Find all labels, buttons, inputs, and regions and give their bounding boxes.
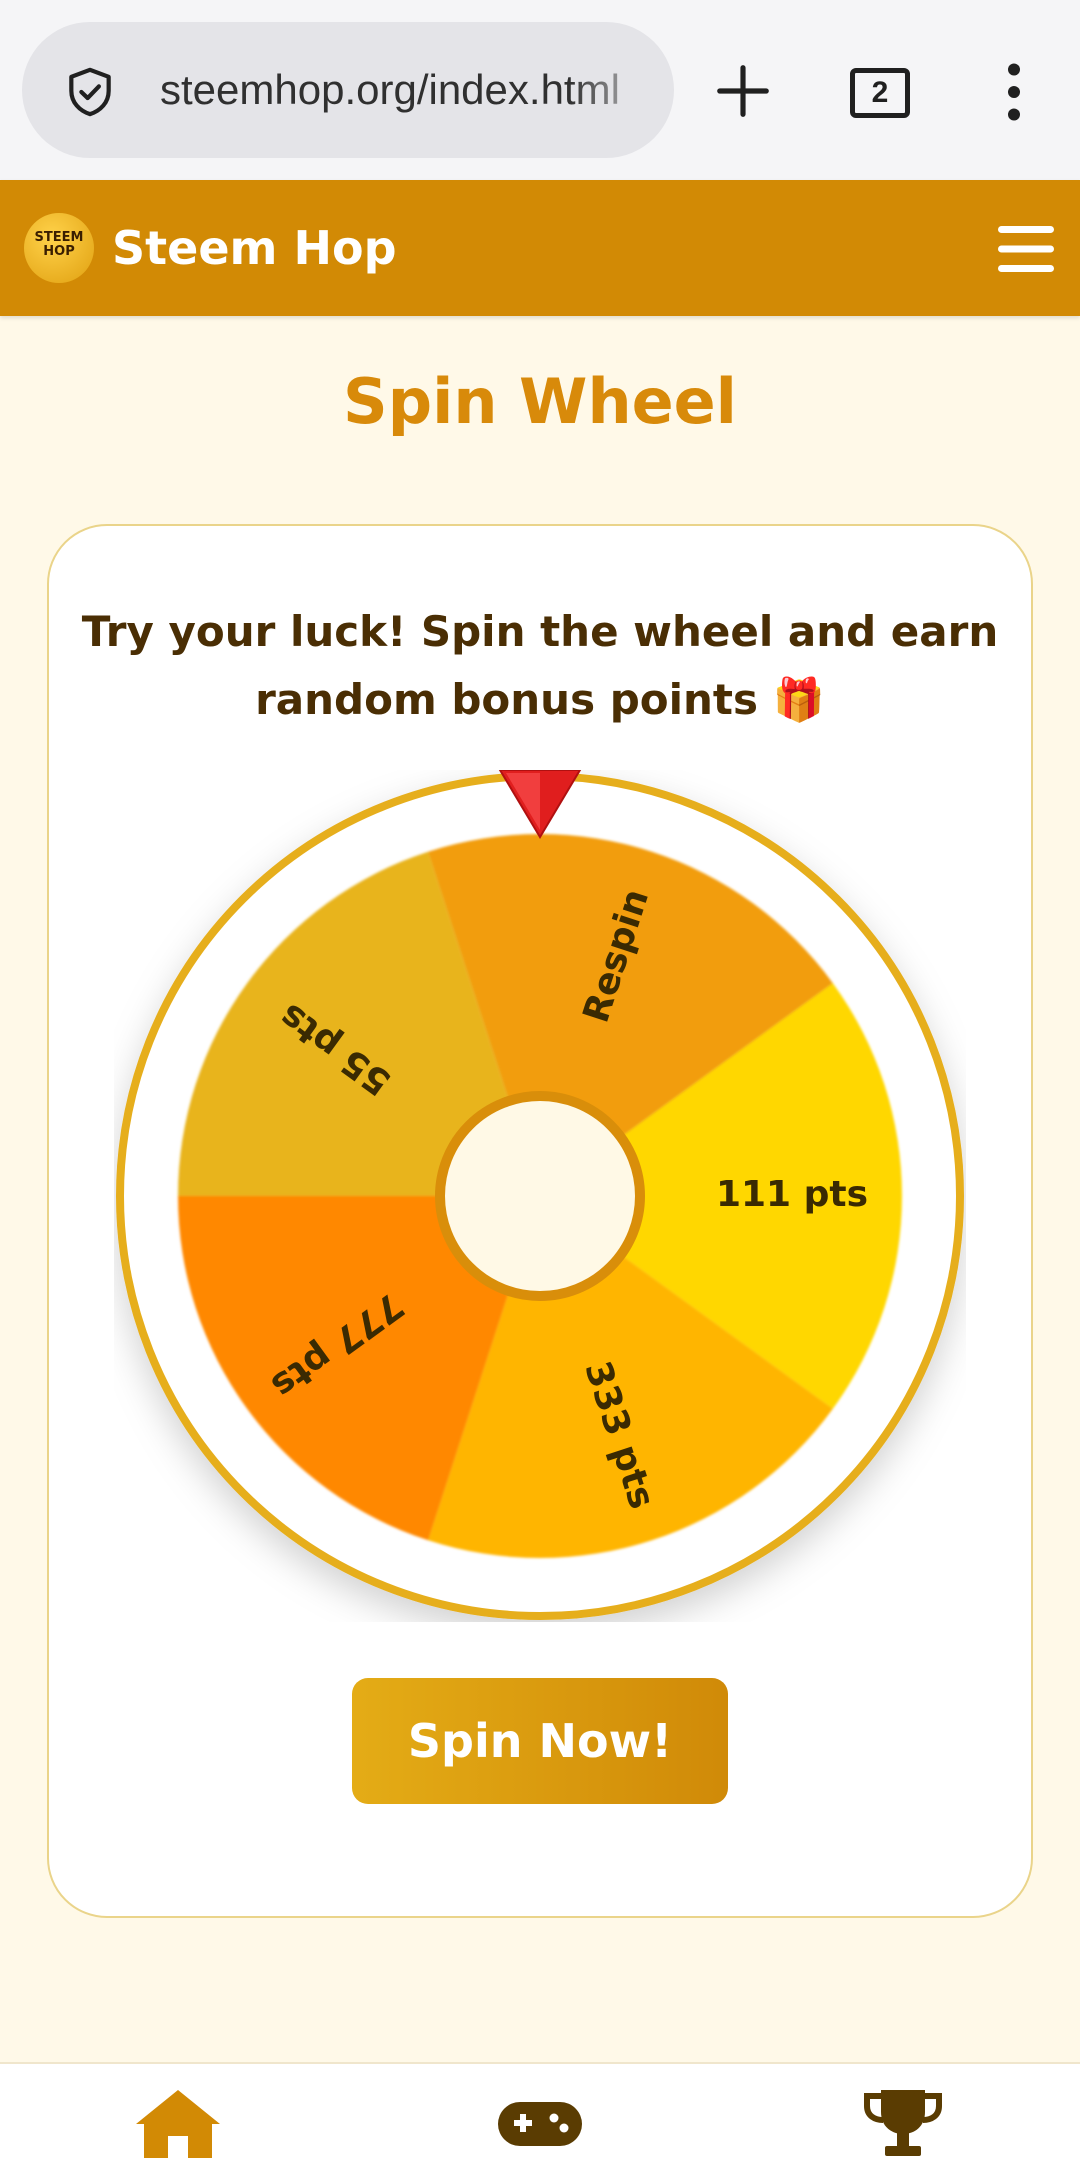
brand-name[interactable]: Steem Hop (112, 212, 397, 284)
tab-switcher-button[interactable]: 2 (850, 68, 910, 118)
spin-wheel[interactable]: Respin111 pts333 pts777 pts55 pts (114, 769, 966, 1622)
spin-now-button[interactable]: Spin Now! (352, 1678, 728, 1804)
spin-wheel-container[interactable]: Respin 111 pts 333 pts 777 pts 55 pts (114, 769, 966, 1622)
plus-icon[interactable] (712, 60, 774, 122)
gamepad-icon[interactable] (492, 2086, 588, 2160)
app-header: STEEM HOP Steem Hop (0, 180, 1080, 316)
bottom-nav (0, 2062, 1080, 2179)
trophy-icon[interactable] (855, 2086, 951, 2160)
page-title: Spin Wheel (343, 365, 737, 438)
home-icon[interactable] (130, 2086, 226, 2160)
wheel-segment-label: 111 pts (716, 1174, 868, 1215)
hamburger-icon[interactable] (996, 224, 1056, 274)
url-text[interactable]: steemhop.org/index.html (160, 58, 660, 122)
address-bar[interactable]: steemhop.org/index.html (22, 22, 674, 158)
wheel-hub[interactable] (435, 1091, 645, 1301)
logo[interactable]: STEEM HOP (24, 213, 94, 283)
subtitle: Try your luck! Spin the wheel and earn r… (81, 607, 999, 724)
logo-text: STEEM HOP (34, 230, 84, 259)
browser-toolbar: steemhop.org/index.html 2 (0, 0, 1080, 180)
more-vertical-icon[interactable] (1002, 62, 1026, 122)
shield-check-icon[interactable] (62, 64, 118, 120)
